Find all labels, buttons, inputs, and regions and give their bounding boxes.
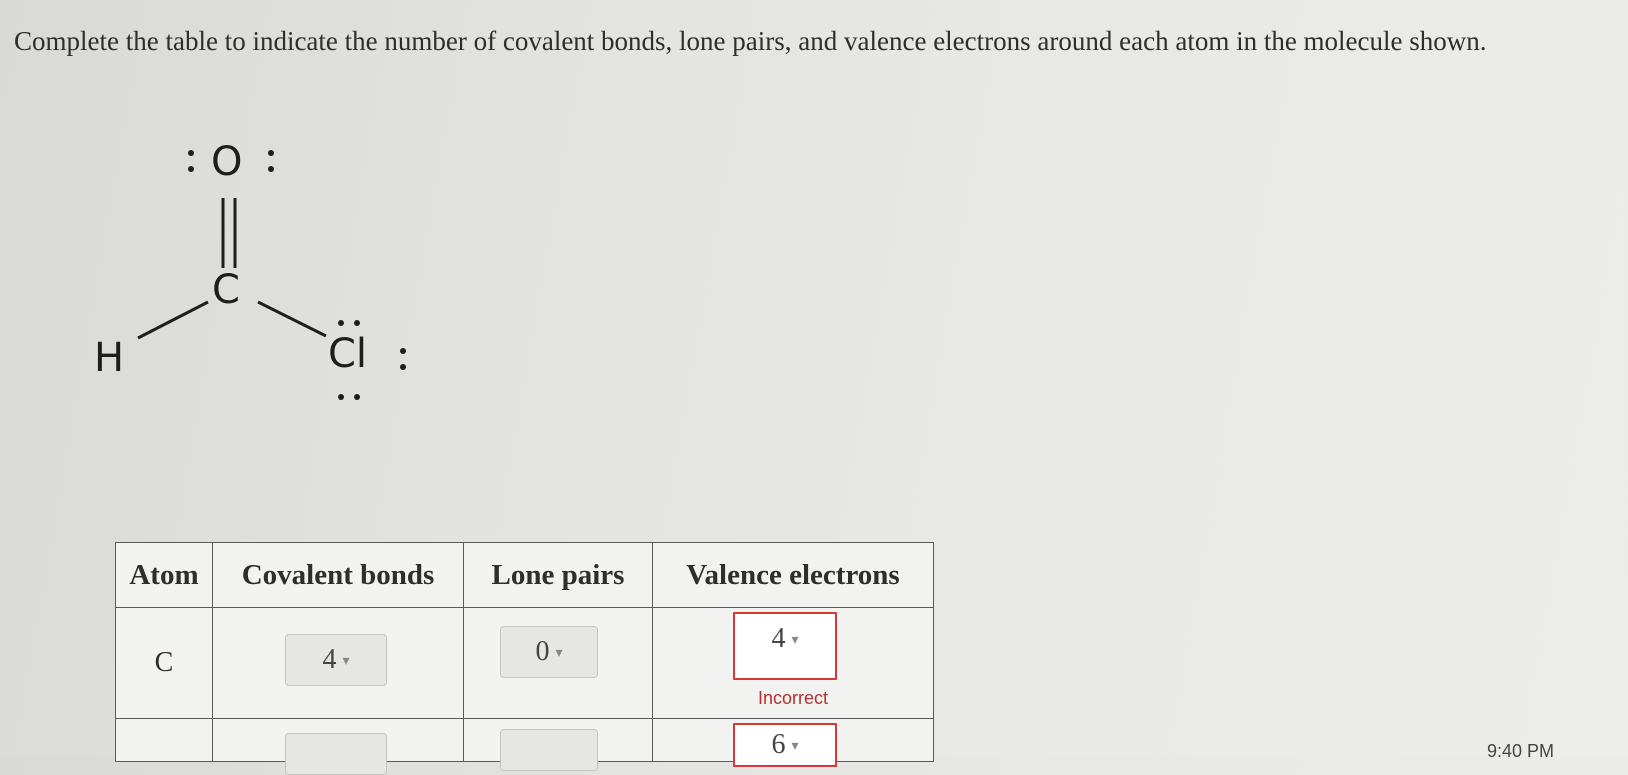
lone-pairs-value: 0: [535, 636, 550, 667]
covalent-bonds-value: 4: [322, 644, 337, 675]
covalent-bonds-select[interactable]: [285, 733, 387, 775]
header-valence-electrons: Valence electrons: [652, 542, 934, 608]
lone-pair-dot: [354, 320, 360, 326]
table-header-row: Atom Covalent bonds Lone pairs Valence e…: [115, 542, 934, 608]
lone-pair-dot: [338, 320, 344, 326]
lone-pair-dot: [188, 166, 194, 172]
lone-pair-dot: [400, 364, 406, 370]
table-row: 6 ▾: [115, 718, 934, 775]
covalent-bonds-cell: [212, 718, 464, 775]
chevron-down-icon: ▾: [342, 653, 350, 669]
answer-table: Atom Covalent bonds Lone pairs Valence e…: [115, 542, 934, 775]
atom-cell: [115, 718, 213, 762]
lone-pair-dot: [188, 150, 194, 156]
lone-pair-dot: [354, 394, 360, 400]
chlorine-atom: Cl: [328, 331, 368, 377]
oxygen-atom: O: [211, 139, 243, 185]
header-atom: Atom: [115, 542, 213, 608]
taskbar-clock: 9:40 PM: [1486, 741, 1554, 761]
lone-pair-dot: [268, 150, 274, 156]
lone-pair-dot: [268, 166, 274, 172]
chevron-down-icon: ▾: [791, 738, 799, 754]
valence-electrons-value: 4: [771, 623, 786, 654]
lone-pair-dot: [338, 394, 344, 400]
valence-electrons-cell: 4 ▾ Incorrect: [652, 607, 934, 719]
chevron-down-icon: ▾: [555, 645, 563, 661]
bond-lines: [137, 198, 327, 340]
chevron-down-icon: ▾: [791, 632, 799, 648]
header-lone-pairs: Lone pairs: [463, 542, 653, 608]
lone-pairs-select[interactable]: 0 ▾: [500, 626, 598, 678]
incorrect-feedback: Incorrect: [757, 688, 829, 708]
covalent-bonds-select[interactable]: 4 ▾: [285, 634, 387, 686]
valence-electrons-value: 6: [771, 729, 786, 760]
valence-electrons-select[interactable]: 6 ▾: [733, 723, 837, 767]
table-row: C 4 ▾ 0 ▾ 4 ▾ Incorrect: [115, 607, 934, 719]
lone-pairs-select[interactable]: [500, 729, 598, 771]
carbon-atom: C: [212, 267, 240, 313]
covalent-bonds-cell: 4 ▾: [212, 607, 464, 719]
lone-pairs-cell: [463, 718, 653, 771]
header-covalent-bonds: Covalent bonds: [212, 542, 464, 608]
atom-cell: C: [115, 607, 213, 719]
valence-electrons-select[interactable]: 4 ▾: [733, 612, 837, 680]
question-text: Complete the table to indicate the numbe…: [14, 26, 1487, 56]
hydrogen-atom: H: [94, 335, 125, 381]
lone-pair-dot: [400, 348, 406, 354]
valence-electrons-cell: 6 ▾: [652, 718, 934, 767]
lone-pairs-cell: 0 ▾: [463, 607, 653, 719]
